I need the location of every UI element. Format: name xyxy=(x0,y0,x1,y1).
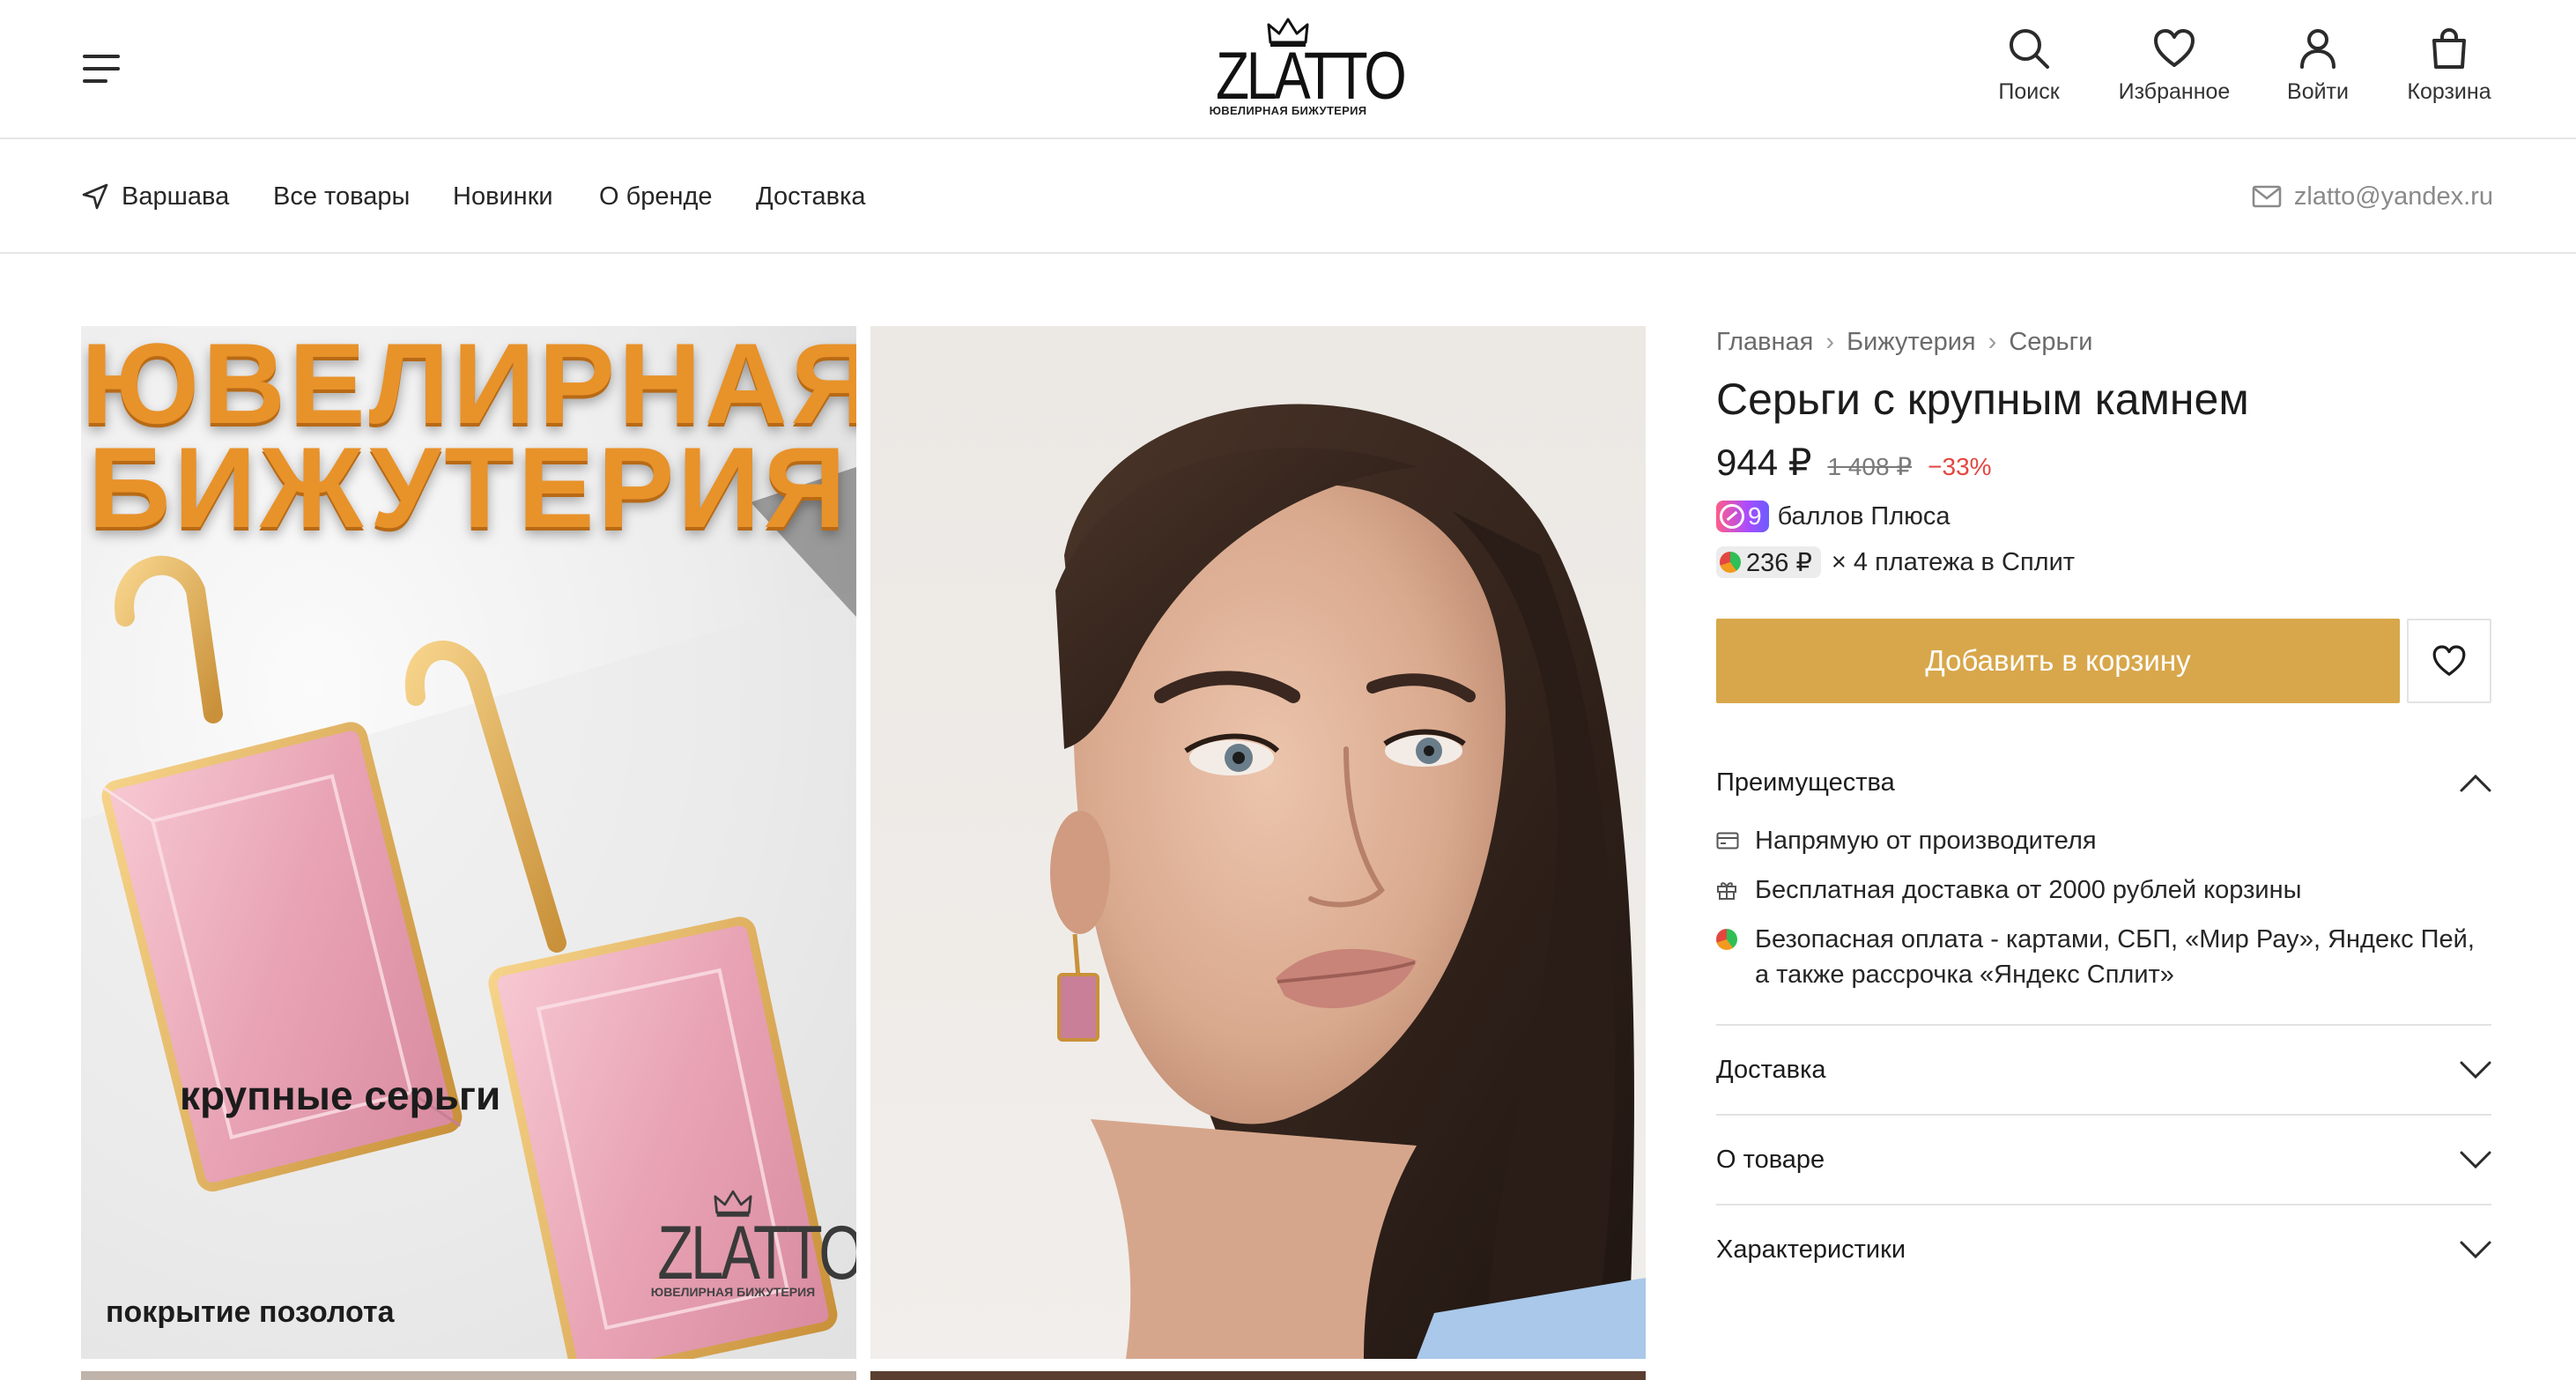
accordion-divider xyxy=(1716,1204,2491,1206)
promo-logo-wordmark: ZLATTO xyxy=(657,1211,856,1295)
menu-icon[interactable] xyxy=(83,55,120,83)
plus-points-label: баллов Плюса xyxy=(1777,501,1951,530)
current-price: 944 ₽ xyxy=(1716,441,1812,483)
accordion-advantages-title: Преимущества xyxy=(1716,768,1895,797)
add-to-favorites-button[interactable] xyxy=(2407,619,2491,703)
card-icon xyxy=(1716,832,1739,850)
split-label: × 4 платежа в Сплит xyxy=(1831,547,2076,576)
city-selector[interactable]: Варшава xyxy=(81,174,229,219)
favorites-button[interactable]: Избранное xyxy=(2114,26,2234,111)
accordion-divider xyxy=(1716,1114,2491,1116)
nav-delivery[interactable]: Доставка xyxy=(756,174,866,219)
promo-title-line2: БИЖУТЕРИЯ xyxy=(87,423,850,552)
model-portrait xyxy=(1050,404,1646,1359)
promo-title-line1: ЮВЕЛИРНАЯ xyxy=(81,326,856,448)
accordion-about-product[interactable]: О товаре xyxy=(1716,1133,2491,1186)
plus-badge: 9 xyxy=(1716,501,1769,532)
accordion-specifications[interactable]: Характеристики xyxy=(1716,1223,2491,1276)
discount-badge: −33% xyxy=(1928,453,1992,480)
chevron-up-icon xyxy=(2460,774,2491,792)
promo-logo: ZLATTO ЮВЕЛИРНАЯ БИЖУТЕРИЯ xyxy=(636,1190,856,1299)
promo-subtitle: крупные серьги xyxy=(180,1072,501,1118)
product-title: Серьги с крупным камнем xyxy=(1716,375,2249,424)
favorites-label: Избранное xyxy=(2118,79,2231,104)
bag-icon xyxy=(2432,27,2466,69)
accordion-delivery[interactable]: Доставка xyxy=(1716,1043,2491,1096)
login-button[interactable]: Войти xyxy=(2285,26,2350,111)
promo-coating: покрытие позолота xyxy=(106,1295,395,1329)
accordion-advantages[interactable]: Преимущества xyxy=(1716,756,2491,809)
add-to-cart-button[interactable]: Добавить в корзину xyxy=(1716,619,2400,703)
split-payment-row[interactable]: 236 ₽ × 4 платежа в Сплит xyxy=(1716,545,2075,580)
email-text: zlatto@yandex.ru xyxy=(2293,182,2493,211)
chevron-down-icon xyxy=(2460,1061,2491,1080)
search-icon xyxy=(2010,29,2049,69)
breadcrumb-separator: › xyxy=(1825,327,1835,356)
location-arrow-icon xyxy=(82,183,108,210)
plus-points-row[interactable]: 9 баллов Плюса xyxy=(1716,499,1951,534)
plus-points-value: 9 xyxy=(1748,502,1762,530)
chevron-down-icon xyxy=(2460,1241,2491,1259)
split-icon xyxy=(1720,552,1741,573)
nav-about-brand[interactable]: О бренде xyxy=(599,174,713,219)
mail-icon xyxy=(2252,185,2282,208)
brand-logo[interactable]: ZLATTO ЮВЕЛИРНАЯ БИЖУТЕРИЯ xyxy=(1200,18,1407,123)
advantage-item: Бесплатная доставка от 2000 рублей корзи… xyxy=(1716,872,2491,908)
email-link[interactable]: zlatto@yandex.ru xyxy=(2252,174,2493,219)
sub-navigation: Варшава Все товары Новинки О бренде Дост… xyxy=(0,139,2576,254)
search-label: Поиск xyxy=(1998,79,2060,104)
plus-icon xyxy=(1720,504,1744,529)
breadcrumb-earrings[interactable]: Серьги xyxy=(2009,328,2092,357)
thumbnail-strip-right xyxy=(870,1371,1646,1380)
advantage-item: Безопасная оплата - картами, СБП, «Мир Р… xyxy=(1716,922,2491,992)
cart-label: Корзина xyxy=(2407,79,2491,104)
breadcrumb-separator: › xyxy=(1988,327,1997,356)
site-header: ZLATTO ЮВЕЛИРНАЯ БИЖУТЕРИЯ Поиск Избранн… xyxy=(0,0,2576,139)
split-icon xyxy=(1716,929,1737,950)
city-label: Варшава xyxy=(122,182,230,211)
split-amount: 236 ₽ xyxy=(1746,548,1812,577)
advantage-item: Напрямую от производителя xyxy=(1716,823,2491,858)
price-block: 944 ₽ 1 408 ₽ −33% xyxy=(1716,441,1992,490)
breadcrumb: Главная › Бижутерия › Серьги xyxy=(1716,324,2092,360)
nav-new-arrivals[interactable]: Новинки xyxy=(453,174,553,219)
nav-all-products[interactable]: Все товары xyxy=(273,174,410,219)
split-badge: 236 ₽ xyxy=(1716,546,1821,578)
thumbnail-strip-left xyxy=(81,1371,856,1380)
heart-icon xyxy=(2432,645,2466,676)
logo-wordmark: ZLATTO xyxy=(1216,39,1407,114)
search-button[interactable]: Поиск xyxy=(1993,26,2065,111)
cart-button[interactable]: Корзина xyxy=(2405,26,2493,111)
heart-icon xyxy=(2154,29,2195,67)
accordion-divider xyxy=(1716,1024,2491,1026)
gift-icon xyxy=(1717,882,1736,900)
chevron-down-icon xyxy=(2460,1151,2491,1169)
breadcrumb-home[interactable]: Главная xyxy=(1716,328,1813,357)
old-price: 1 408 ₽ xyxy=(1827,453,1913,480)
product-photo-promo[interactable]: ЮВЕЛИРНАЯ БИЖУТЕРИЯ крупные серьги ZLATT… xyxy=(81,326,856,1359)
login-label: Войти xyxy=(2287,79,2349,104)
breadcrumb-jewelry[interactable]: Бижутерия xyxy=(1847,328,1976,357)
user-icon xyxy=(2300,29,2335,69)
product-photo-model[interactable] xyxy=(870,326,1646,1359)
advantages-list: Напрямую от производителя Бесплатная дос… xyxy=(1716,823,2491,1006)
